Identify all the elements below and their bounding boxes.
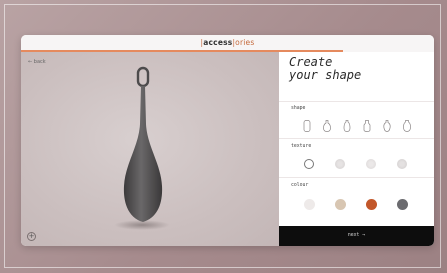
top-bar: |access|ories bbox=[21, 35, 434, 53]
texture-option-4[interactable] bbox=[397, 159, 407, 169]
product-viewer[interactable]: ← back + − bbox=[21, 52, 279, 246]
shape-option-1-icon[interactable] bbox=[303, 120, 311, 132]
zoom-in-button[interactable]: + bbox=[27, 232, 36, 241]
shape-option-2-icon[interactable] bbox=[323, 120, 331, 132]
texture-option-3[interactable] bbox=[366, 159, 376, 169]
customization-panel: Create your shape shape texture colour bbox=[279, 52, 434, 246]
colour-swatch-terracotta[interactable] bbox=[366, 199, 377, 210]
texture-option-smooth[interactable] bbox=[304, 159, 314, 169]
shape-option-5-icon[interactable] bbox=[383, 120, 391, 132]
shape-option-4-icon[interactable] bbox=[363, 120, 371, 132]
texture-label: texture bbox=[291, 144, 312, 149]
texture-option-2[interactable] bbox=[335, 159, 345, 169]
app-window: |access|ories ← back + − Create your sha… bbox=[21, 35, 434, 246]
colour-swatch-grey[interactable] bbox=[397, 199, 408, 210]
shape-option-6-icon[interactable] bbox=[403, 120, 411, 132]
brand-name: access bbox=[203, 38, 233, 47]
next-button[interactable]: next → bbox=[279, 226, 434, 246]
brand-suffix: |ories bbox=[232, 38, 255, 47]
back-link[interactable]: ← back bbox=[28, 59, 46, 65]
divider bbox=[279, 138, 434, 139]
shape-option-3-icon[interactable] bbox=[343, 120, 351, 132]
vase-model[interactable] bbox=[117, 64, 169, 230]
shape-label: shape bbox=[291, 106, 306, 111]
panel-title: Create your shape bbox=[289, 55, 362, 82]
divider bbox=[279, 177, 434, 178]
brand-logo: |access|ories bbox=[21, 38, 434, 47]
colour-label: colour bbox=[291, 183, 309, 188]
divider bbox=[279, 101, 434, 102]
colour-swatch-beige[interactable] bbox=[335, 199, 346, 210]
colour-swatch-white[interactable] bbox=[304, 199, 315, 210]
